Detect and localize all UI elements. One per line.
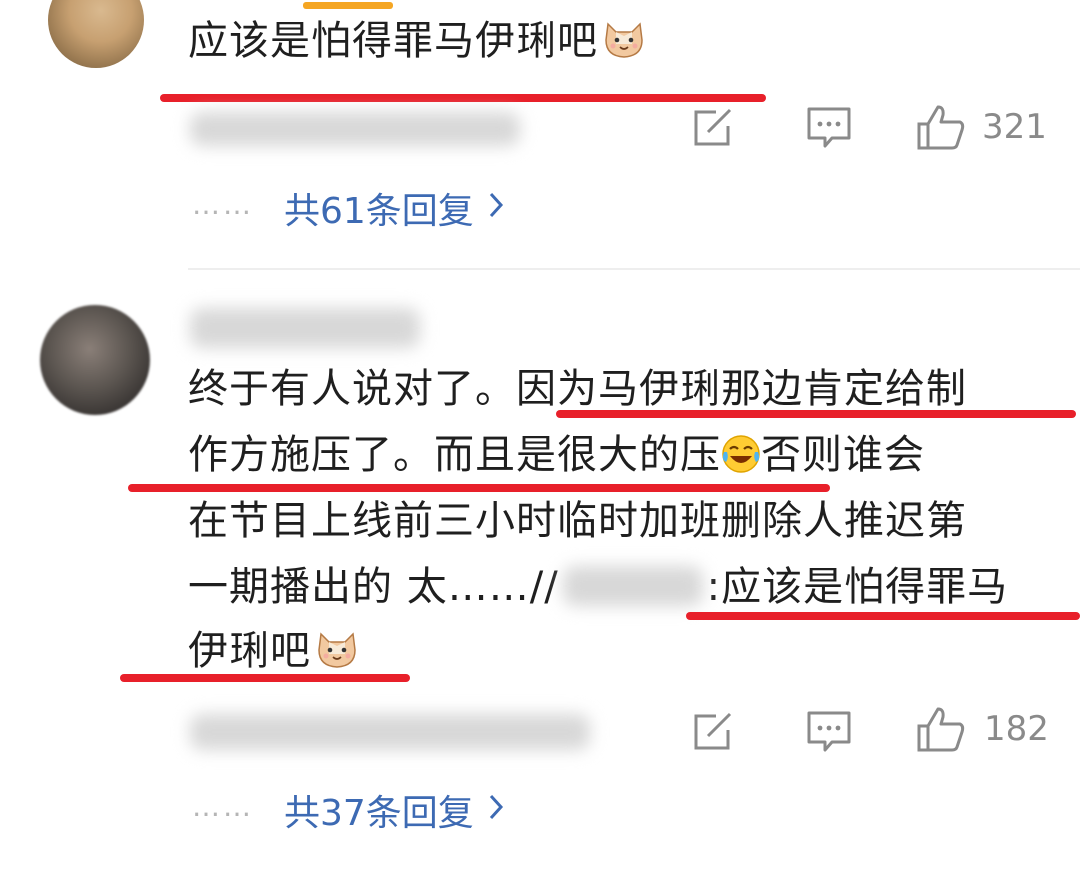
comment-line: 作方施压了。而且是很大的压 否则谁会: [188, 430, 925, 478]
timestamp-blurred: [190, 714, 590, 750]
cat-emoji-icon: [602, 16, 646, 58]
share-button[interactable]: [692, 712, 736, 752]
like-count: 321: [982, 107, 1047, 147]
avatar[interactable]: [48, 0, 144, 68]
top-accent-bar: [303, 2, 393, 9]
avatar[interactable]: [40, 305, 150, 415]
share-button[interactable]: [692, 108, 736, 148]
like-button[interactable]: 321: [916, 104, 1047, 150]
like-button[interactable]: 182: [916, 706, 1049, 752]
view-replies-link[interactable]: 共37条回复: [284, 784, 504, 836]
highlight-underline: [556, 410, 1076, 418]
share-edit-icon: [692, 108, 736, 148]
highlight-underline: [160, 94, 766, 102]
username-blurred[interactable]: [190, 308, 420, 348]
reply-dots: ……: [192, 790, 254, 823]
laughing-tears-emoji-icon: [721, 430, 761, 473]
chevron-right-icon: [488, 188, 504, 228]
reply-dots: ……: [192, 188, 254, 221]
comment-line: 在节目上线前三小时临时加班删除人推迟第: [188, 498, 967, 544]
highlight-underline: [686, 612, 1080, 620]
share-edit-icon: [692, 712, 736, 752]
comment-line: 伊琍吧: [188, 620, 359, 682]
comment-text: 应该是怕得罪马伊琍吧: [188, 10, 646, 72]
mention-blurred: [562, 566, 703, 606]
comment-icon: [806, 106, 852, 150]
thumbs-up-icon: [916, 706, 966, 752]
comment-button[interactable]: [806, 106, 852, 150]
chevron-right-icon: [488, 790, 504, 830]
timestamp-blurred: [190, 112, 520, 146]
comment-icon: [806, 710, 852, 754]
like-count: 182: [984, 709, 1049, 749]
cat-emoji-icon: [315, 626, 359, 668]
replies-count-label: 共37条回复: [284, 793, 474, 834]
highlight-underline: [120, 674, 410, 682]
comment-divider: [188, 268, 1080, 270]
comment-button[interactable]: [806, 710, 852, 754]
thumbs-up-icon: [916, 104, 966, 150]
replies-count-label: 共61条回复: [284, 191, 474, 232]
comment-line: 一期播出的 太……//:应该是怕得罪马: [188, 564, 1009, 610]
view-replies-link[interactable]: 共61条回复: [284, 182, 504, 234]
